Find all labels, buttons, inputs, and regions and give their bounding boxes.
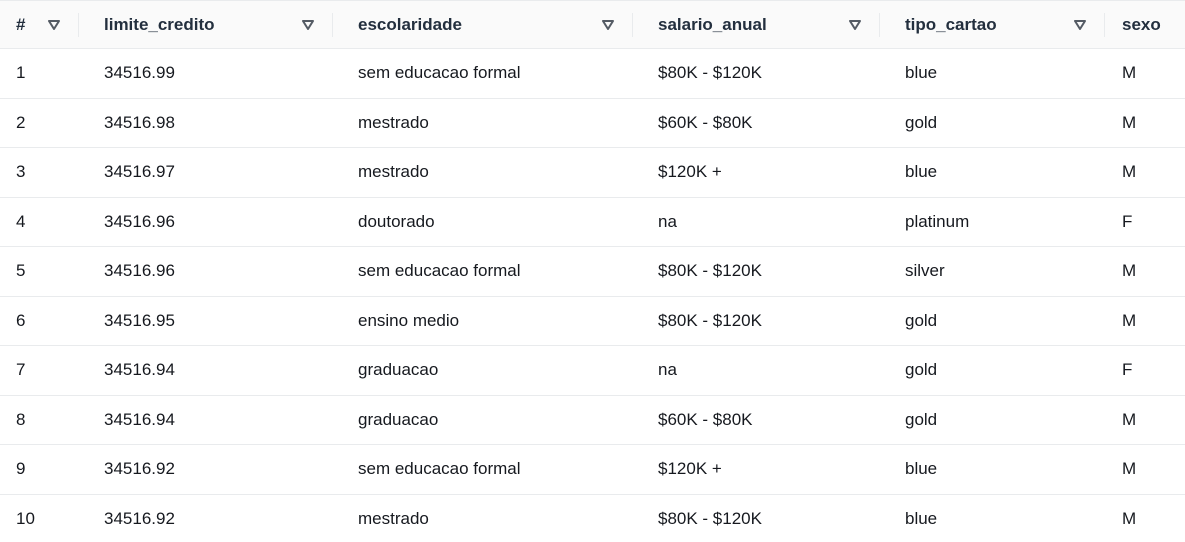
cell-tipo-cartao: gold [905,409,938,429]
table-row[interactable]: 7 34516.94 graduacao na gold F [0,346,1185,396]
cell-limite-credito: 34516.92 [104,508,175,528]
cell-escolaridade: graduacao [358,360,439,380]
cell-tipo-cartao: blue [905,63,938,83]
cell-sexo: M [1122,112,1137,132]
cell-index: 4 [16,211,26,231]
cell-escolaridade: doutorado [358,211,435,231]
cell-salario-anual: $80K - $120K [658,63,762,83]
cell-index: 5 [16,261,26,281]
cell-tipo-cartao: blue [905,508,938,528]
cell-escolaridade: mestrado [358,112,429,132]
cell-escolaridade: ensino medio [358,310,460,330]
cell-salario-anual: $60K - $80K [658,409,753,429]
cell-limite-credito: 34516.97 [104,162,175,182]
cell-sexo: F [1122,211,1133,231]
cell-limite-credito: 34516.94 [104,360,175,380]
results-table: # limite_credito escolaridade salario_an… [0,0,1185,542]
cell-tipo-cartao: platinum [905,211,970,231]
cell-salario-anual: $60K - $80K [658,112,753,132]
cell-sexo: M [1122,162,1137,182]
sort-icon[interactable] [601,18,615,32]
sort-icon[interactable] [301,18,315,32]
cell-index: 2 [16,112,26,132]
column-header-escolaridade[interactable]: escolaridade [333,1,633,48]
column-header-label: salario_anual [658,14,767,34]
table-row[interactable]: 1 34516.99 sem educacao formal $80K - $120K… [0,49,1185,99]
cell-tipo-cartao: gold [905,310,938,330]
cell-sexo: M [1122,459,1137,479]
column-header-index[interactable]: # [0,1,79,48]
cell-salario-anual: na [658,211,677,231]
cell-index: 7 [16,360,26,380]
cell-escolaridade: sem educacao formal [358,459,521,479]
cell-tipo-cartao: blue [905,459,938,479]
column-header-label: escolaridade [358,14,462,34]
cell-salario-anual: na [658,360,677,380]
cell-salario-anual: $80K - $120K [658,310,762,330]
cell-salario-anual: $120K + [658,459,722,479]
cell-sexo: M [1122,310,1137,330]
column-header-label: limite_credito [104,14,215,34]
table-row[interactable]: 9 34516.92 sem educacao formal $120K + blue M [0,445,1185,495]
cell-index: 1 [16,63,26,83]
cell-sexo: M [1122,63,1137,83]
table-row[interactable]: 4 34516.96 doutorado na platinum F [0,197,1185,247]
cell-limite-credito: 34516.99 [104,63,175,83]
cell-index: 9 [16,459,26,479]
table-row[interactable]: 5 34516.96 sem educacao formal $80K - $120K… [0,247,1185,297]
table-row[interactable]: 8 34516.94 graduacao $60K - $80K gold M [0,395,1185,445]
table-header-row: # limite_credito escolaridade salario_an… [0,1,1185,49]
cell-escolaridade: sem educacao formal [358,63,521,83]
cell-tipo-cartao: silver [905,261,945,281]
cell-sexo: M [1122,409,1137,429]
cell-index: 8 [16,409,26,429]
cell-limite-credito: 34516.98 [104,112,175,132]
cell-salario-anual: $120K + [658,162,722,182]
cell-escolaridade: mestrado [358,508,429,528]
cell-limite-credito: 34516.96 [104,261,175,281]
cell-limite-credito: 34516.92 [104,459,175,479]
cell-limite-credito: 34516.96 [104,211,175,231]
cell-sexo: F [1122,360,1133,380]
table-row[interactable]: 2 34516.98 mestrado $60K - $80K gold M [0,98,1185,148]
column-header-tipo-cartao[interactable]: tipo_cartao [880,1,1105,48]
column-header-label: tipo_cartao [905,14,997,34]
cell-sexo: M [1122,508,1137,528]
table-row[interactable]: 10 34516.92 mestrado $80K - $120K blue M [0,494,1185,542]
sort-icon[interactable] [1073,18,1087,32]
cell-tipo-cartao: gold [905,360,938,380]
table-body: 1 34516.99 sem educacao formal $80K - $120K… [0,49,1185,542]
cell-sexo: M [1122,261,1137,281]
cell-limite-credito: 34516.95 [104,310,175,330]
cell-limite-credito: 34516.94 [104,409,175,429]
column-header-label: sexo [1122,14,1161,34]
cell-index: 10 [16,508,35,528]
column-header-salario-anual[interactable]: salario_anual [633,1,880,48]
column-header-limite-credito[interactable]: limite_credito [79,1,333,48]
sort-icon[interactable] [47,18,61,32]
cell-salario-anual: $80K - $120K [658,261,762,281]
cell-tipo-cartao: blue [905,162,938,182]
cell-escolaridade: graduacao [358,409,439,429]
table-row[interactable]: 3 34516.97 mestrado $120K + blue M [0,148,1185,198]
column-header-sexo[interactable]: sexo [1105,1,1185,48]
cell-escolaridade: sem educacao formal [358,261,521,281]
cell-escolaridade: mestrado [358,162,429,182]
cell-index: 3 [16,162,26,182]
cell-salario-anual: $80K - $120K [658,508,762,528]
column-header-label: # [16,14,26,34]
sort-icon[interactable] [848,18,862,32]
cell-index: 6 [16,310,26,330]
cell-tipo-cartao: gold [905,112,938,132]
table-row[interactable]: 6 34516.95 ensino medio $80K - $120K gold M [0,296,1185,346]
